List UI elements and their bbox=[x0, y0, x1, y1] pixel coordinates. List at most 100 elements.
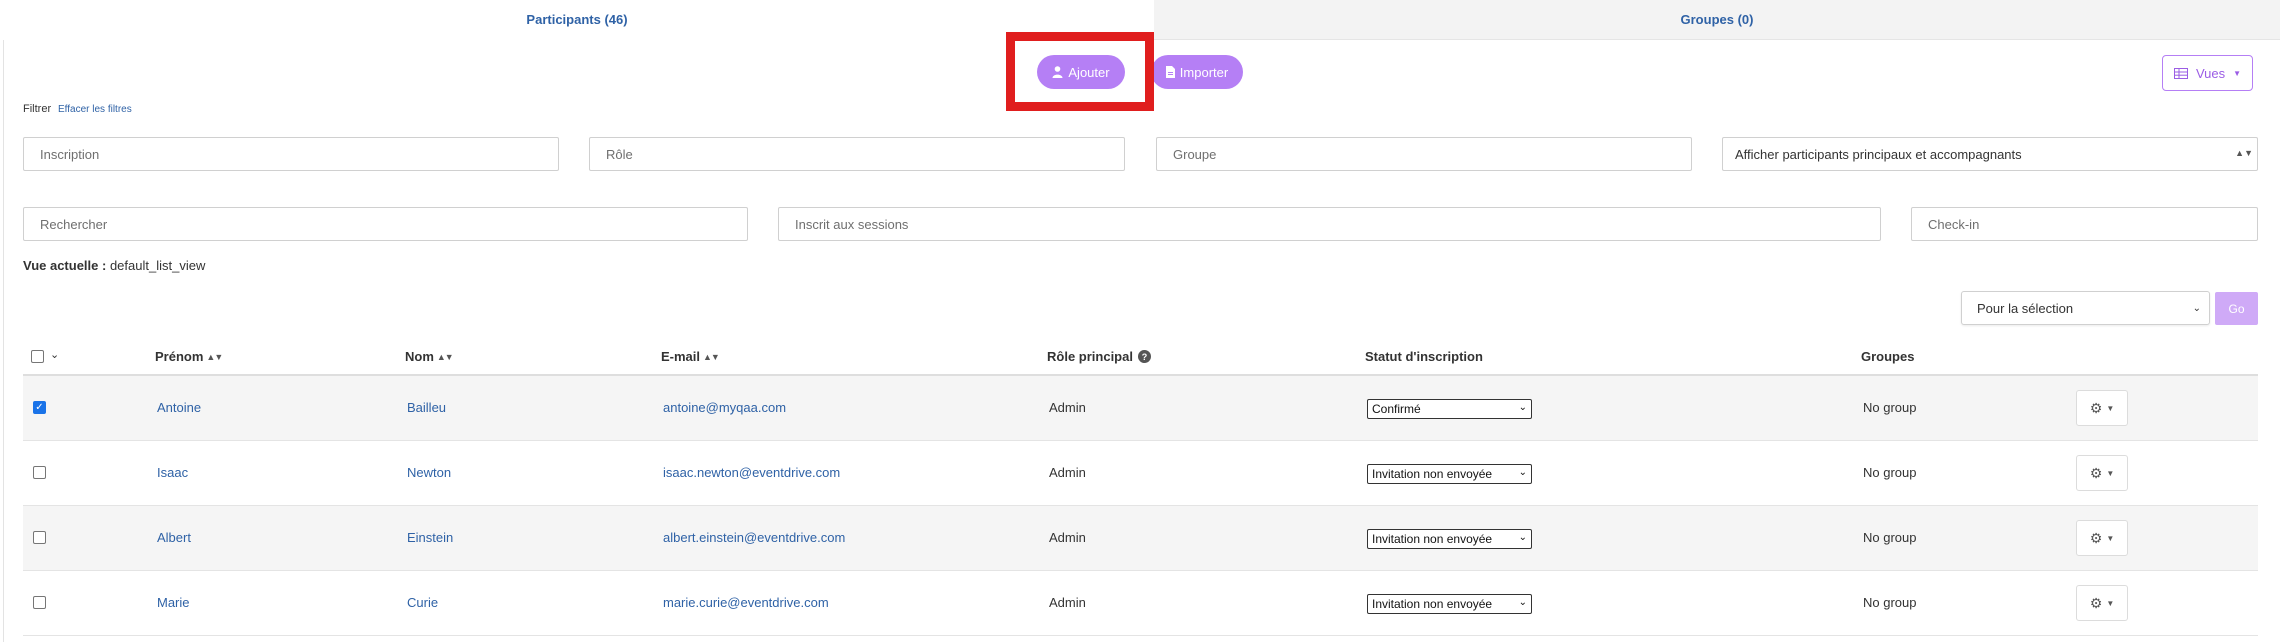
header-first-name-label: Prénom bbox=[155, 349, 204, 364]
row-actions-button[interactable]: ⚙ ▼ bbox=[2076, 585, 2128, 621]
header-groups: Groupes bbox=[1861, 349, 1914, 364]
row-actions-button[interactable]: ⚙ ▼ bbox=[2076, 520, 2128, 556]
row-actions-button[interactable]: ⚙ ▼ bbox=[2076, 390, 2128, 426]
header-status: Statut d'inscription bbox=[1365, 349, 1483, 364]
header-main-role: Rôle principal ? bbox=[1047, 349, 1151, 364]
bulk-action-value: Pour la sélection bbox=[1977, 300, 2074, 316]
status-value: Invitation non envoyée bbox=[1372, 532, 1493, 546]
sort-icon: ▲▼ bbox=[703, 351, 720, 362]
role-value: Admin bbox=[1049, 400, 1086, 415]
sort-icon: ▲▼ bbox=[206, 351, 223, 362]
row-actions-button[interactable]: ⚙ ▼ bbox=[2076, 455, 2128, 491]
chevron-down-icon: ⌄ bbox=[1518, 467, 1527, 478]
row-checkbox[interactable] bbox=[33, 531, 46, 544]
status-value: Invitation non envoyée bbox=[1372, 467, 1493, 481]
caret-down-icon: ▼ bbox=[2106, 468, 2115, 478]
import-label: Importer bbox=[1179, 64, 1229, 80]
table-row: Albert Einstein albert.einstein@eventdri… bbox=[23, 506, 2258, 571]
status-value: Confirmé bbox=[1372, 402, 1421, 416]
groups-value: No group bbox=[1863, 530, 1917, 545]
sessions-filter-input[interactable]: Inscrit aux sessions bbox=[778, 207, 1881, 241]
import-button[interactable]: Importer bbox=[1151, 55, 1243, 89]
role-value: Admin bbox=[1049, 530, 1086, 545]
caret-updown-icon: ▲▼ bbox=[2235, 148, 2253, 158]
status-select[interactable]: Invitation non envoyée ⌄ bbox=[1367, 594, 1532, 614]
email-link[interactable]: marie.curie@eventdrive.com bbox=[663, 595, 829, 610]
chevron-down-icon: ⌄ bbox=[2192, 303, 2201, 314]
add-participant-button[interactable]: Ajouter bbox=[1037, 55, 1125, 89]
help-icon[interactable]: ? bbox=[1137, 350, 1151, 363]
current-view-label: Vue actuelle : bbox=[23, 258, 107, 273]
inscription-filter-input[interactable]: Inscription bbox=[23, 137, 559, 171]
views-dropdown-button[interactable]: Vues ▼ bbox=[2162, 55, 2253, 91]
tab-participants[interactable]: Participants (46) bbox=[0, 0, 1154, 40]
display-participants-select[interactable]: Afficher participants principaux et acco… bbox=[1722, 137, 2258, 171]
tab-groups[interactable]: Groupes (0) bbox=[1154, 0, 2280, 40]
clear-filters-link[interactable]: Effacer les filtres bbox=[58, 104, 132, 115]
email-link[interactable]: isaac.newton@eventdrive.com bbox=[663, 465, 840, 480]
header-status-label: Statut d'inscription bbox=[1365, 349, 1483, 364]
caret-down-icon: ▼ bbox=[2233, 68, 2242, 78]
last-name-link[interactable]: Bailleu bbox=[407, 400, 446, 415]
gear-icon: ⚙ bbox=[2089, 594, 2103, 611]
gear-icon: ⚙ bbox=[2089, 399, 2103, 416]
last-name-link[interactable]: Curie bbox=[407, 595, 438, 610]
table-row: ✓ Antoine Bailleu antoine@myqaa.com Admi… bbox=[23, 376, 2258, 441]
first-name-link[interactable]: Antoine bbox=[157, 400, 201, 415]
table-row: Isaac Newton isaac.newton@eventdrive.com… bbox=[23, 441, 2258, 506]
current-view: Vue actuelle : default_list_view bbox=[23, 258, 205, 273]
header-last-name-label: Nom bbox=[405, 349, 434, 364]
first-name-link[interactable]: Albert bbox=[157, 530, 191, 545]
first-name-link[interactable]: Isaac bbox=[157, 465, 188, 480]
row-checkbox[interactable] bbox=[33, 466, 46, 479]
gear-icon: ⚙ bbox=[2089, 529, 2103, 546]
table-header: ⌄ Prénom ▲▼ Nom ▲▼ E-mail ▲▼ Rôle princi… bbox=[23, 340, 2258, 376]
user-icon bbox=[1052, 66, 1063, 78]
row-checkbox[interactable] bbox=[33, 596, 46, 609]
role-value: Admin bbox=[1049, 595, 1086, 610]
caret-down-icon: ▼ bbox=[2106, 533, 2115, 543]
first-name-link[interactable]: Marie bbox=[157, 595, 190, 610]
header-first-name[interactable]: Prénom ▲▼ bbox=[155, 349, 223, 364]
add-participant-label: Ajouter bbox=[1068, 64, 1110, 80]
display-participants-value: Afficher participants principaux et acco… bbox=[1735, 146, 2022, 162]
caret-down-icon: ▼ bbox=[2106, 598, 2115, 608]
header-main-role-label: Rôle principal bbox=[1047, 349, 1133, 364]
status-value: Invitation non envoyée bbox=[1372, 597, 1493, 611]
file-icon bbox=[1165, 66, 1175, 78]
status-select[interactable]: Confirmé ⌄ bbox=[1367, 399, 1532, 419]
chevron-down-icon: ⌄ bbox=[1518, 402, 1527, 413]
chevron-down-icon[interactable]: ⌄ bbox=[50, 348, 59, 361]
email-link[interactable]: antoine@myqaa.com bbox=[663, 400, 786, 415]
role-value: Admin bbox=[1049, 465, 1086, 480]
checkin-filter-input[interactable]: Check-in bbox=[1911, 207, 2258, 241]
select-all-checkbox[interactable] bbox=[31, 350, 44, 363]
caret-down-icon: ▼ bbox=[2106, 403, 2115, 413]
status-select[interactable]: Invitation non envoyée ⌄ bbox=[1367, 464, 1532, 484]
bulk-action-select[interactable]: Pour la sélection ⌄ bbox=[1961, 291, 2210, 325]
chevron-down-icon: ⌄ bbox=[1518, 532, 1527, 543]
email-link[interactable]: albert.einstein@eventdrive.com bbox=[663, 530, 845, 545]
group-filter-input[interactable]: Groupe bbox=[1156, 137, 1692, 171]
go-button[interactable]: Go bbox=[2215, 292, 2258, 325]
filter-label: Filtrer bbox=[23, 103, 52, 115]
groups-value: No group bbox=[1863, 465, 1917, 480]
tab-bar: Participants (46) Groupes (0) bbox=[0, 0, 2280, 40]
current-view-value: default_list_view bbox=[109, 258, 206, 273]
status-select[interactable]: Invitation non envoyée ⌄ bbox=[1367, 529, 1532, 549]
groups-value: No group bbox=[1863, 595, 1917, 610]
views-label: Vues bbox=[2195, 65, 2226, 81]
row-checkbox[interactable]: ✓ bbox=[33, 401, 46, 414]
sort-icon: ▲▼ bbox=[436, 351, 454, 362]
header-last-name[interactable]: Nom ▲▼ bbox=[405, 349, 454, 364]
header-email[interactable]: E-mail ▲▼ bbox=[661, 349, 720, 364]
table-row: Marie Curie marie.curie@eventdrive.com A… bbox=[23, 571, 2258, 636]
header-groups-label: Groupes bbox=[1861, 349, 1915, 364]
role-filter-input[interactable]: Rôle bbox=[589, 137, 1125, 171]
panel-left-border bbox=[3, 40, 4, 642]
gear-icon: ⚙ bbox=[2089, 464, 2103, 481]
last-name-link[interactable]: Einstein bbox=[407, 530, 453, 545]
last-name-link[interactable]: Newton bbox=[407, 465, 451, 480]
search-input[interactable]: Rechercher bbox=[23, 207, 748, 241]
header-email-label: E-mail bbox=[661, 349, 701, 364]
